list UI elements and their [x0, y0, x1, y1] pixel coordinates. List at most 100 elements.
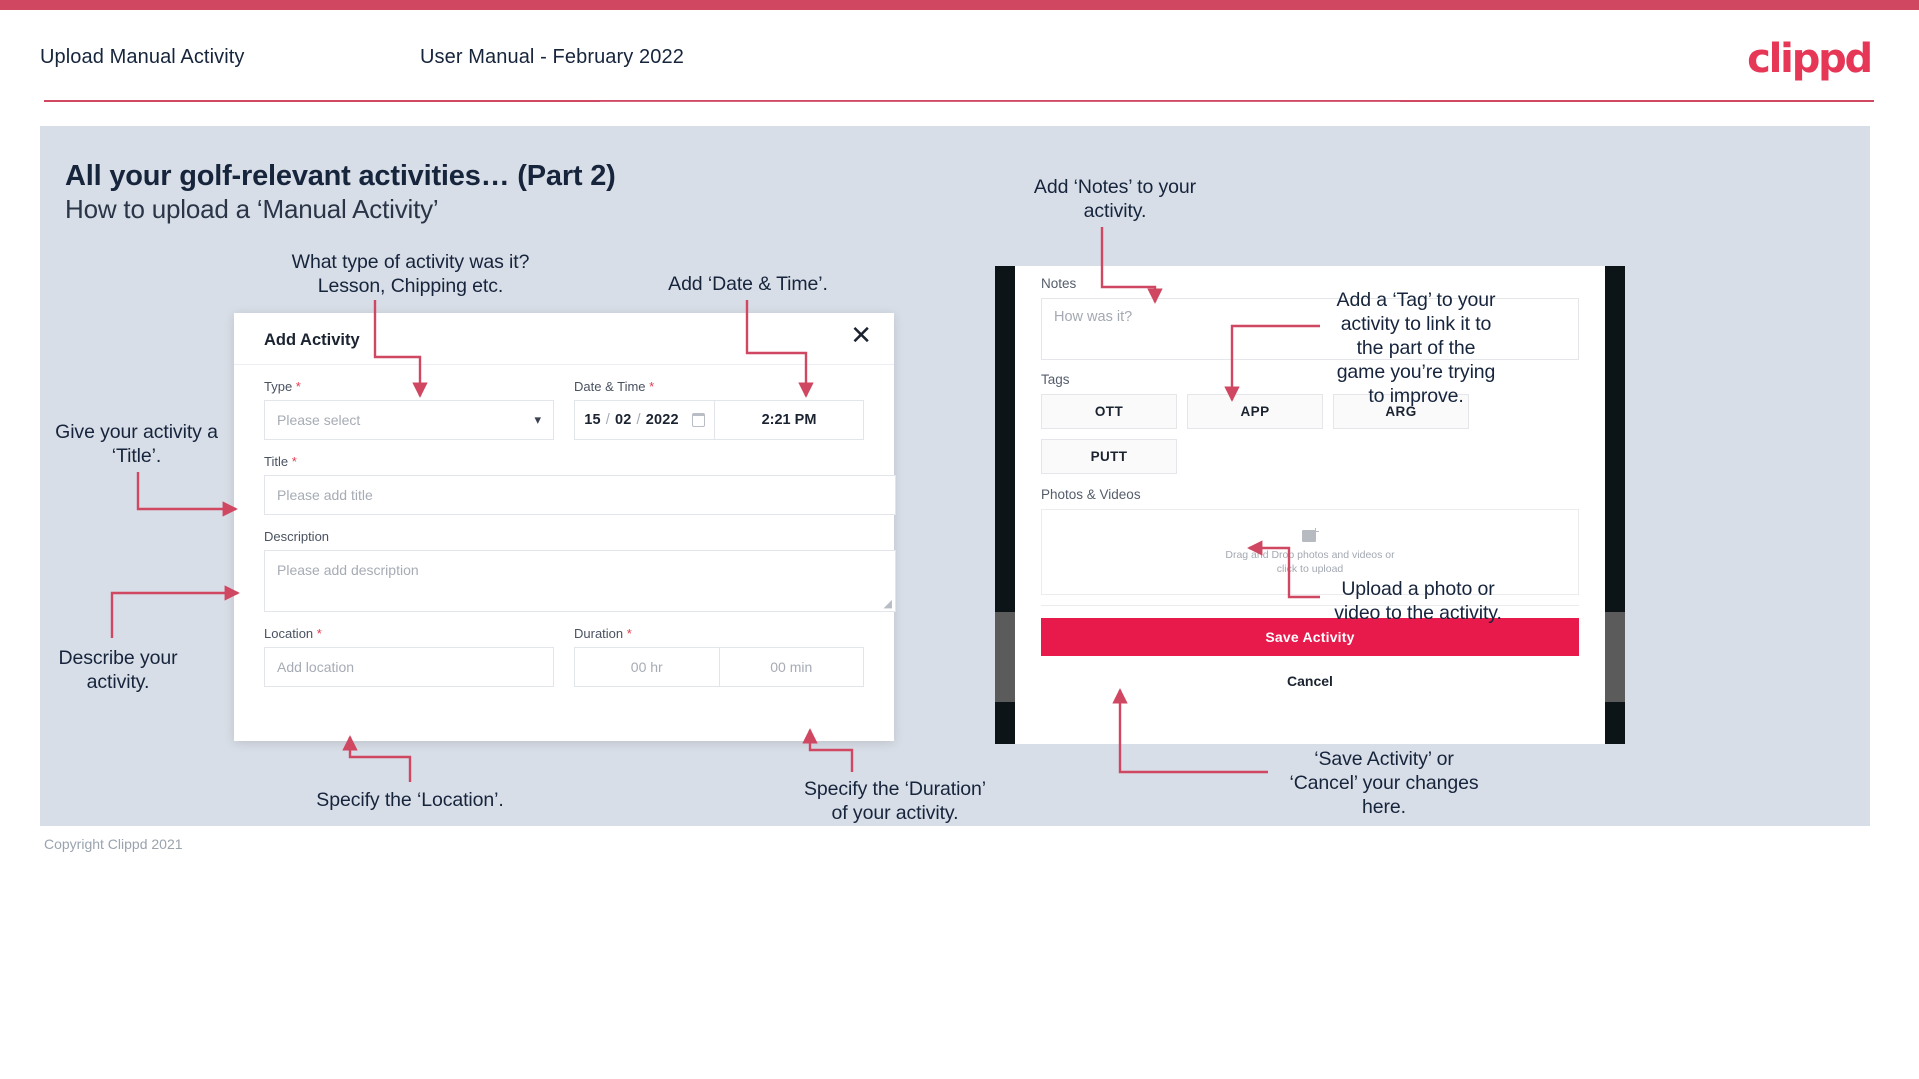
annotation-photos-line2: video to the activity.	[1334, 602, 1502, 624]
annotation-title-line1: Give your activity a	[55, 421, 218, 443]
clippd-logo: clippd	[1747, 36, 1873, 82]
close-icon[interactable]: ✕	[850, 323, 872, 349]
annotation-duration-line2: of your activity.	[831, 802, 959, 824]
device-bezel-accent-left	[995, 612, 1015, 702]
description-placeholder: Please add description	[277, 562, 419, 578]
date-separator: /	[636, 412, 641, 428]
resize-grip-icon[interactable]: ◢	[884, 597, 892, 610]
annotation-duration: Specify the ‘Duration’ of your activity.	[784, 777, 1006, 825]
type-select[interactable]: Please select ▾	[264, 400, 554, 440]
field-title: Title * Please add title	[264, 454, 896, 515]
annotation-tags: Add a ‘Tag’ to your activity to link it …	[1318, 288, 1514, 408]
title-placeholder: Please add title	[277, 487, 373, 503]
slide-page: Upload Manual Activity User Manual - Feb…	[0, 0, 1919, 1079]
footer-copyright: Copyright Clippd 2021	[44, 836, 183, 852]
annotation-description-line1: Describe your	[58, 647, 178, 669]
date-input[interactable]: 15 / 02 / 2022	[575, 401, 715, 439]
duration-control: 00 hr 00 min	[574, 647, 864, 687]
notes-placeholder: How was it?	[1054, 309, 1133, 325]
annotation-location: Specify the ‘Location’.	[294, 788, 526, 812]
annotation-notes-line1: Add ‘Notes’ to your	[1033, 176, 1197, 198]
location-input[interactable]: Add location	[264, 647, 554, 687]
slide-subtitle: How to upload a ‘Manual Activity’	[65, 194, 439, 224]
annotation-description: Describe your activity.	[34, 646, 202, 694]
calendar-icon[interactable]	[691, 413, 705, 427]
annotation-description-line2: activity.	[86, 671, 150, 693]
add-image-icon	[1301, 528, 1319, 543]
tag-app-button[interactable]: APP	[1187, 394, 1323, 429]
date-separator: /	[605, 412, 610, 428]
annotation-type-line1: What type of activity was it?	[291, 251, 530, 273]
annotation-title: Give your activity a ‘Title’.	[34, 420, 239, 468]
annotation-tags-line2: activity to link it to	[1340, 313, 1492, 335]
dialog-body: Type * Please select ▾ Date & Time * 15 …	[234, 365, 896, 687]
title-input[interactable]: Please add title	[264, 475, 896, 515]
time-input[interactable]: 2:21 PM	[715, 401, 863, 439]
mobile-device-mockup: Notes How was it? Tags OTT APP ARG PUTT …	[995, 266, 1625, 744]
field-location: Location * Add location	[264, 626, 554, 687]
row-type-datetime: Type * Please select ▾ Date & Time * 15 …	[264, 379, 864, 440]
description-label: Description	[264, 529, 330, 544]
date-month: 02	[614, 412, 632, 428]
annotation-save: ‘Save Activity’ or ‘Cancel’ your changes…	[1278, 747, 1490, 819]
required-marker: *	[288, 454, 297, 469]
dropzone-line-1: Drag and Drop photos and videos or	[1225, 549, 1395, 561]
annotation-photos-line1: Upload a photo or	[1341, 578, 1495, 600]
annotation-save-line3: here.	[1362, 796, 1406, 818]
location-label: Location *	[264, 626, 322, 641]
field-description: Description Please add description ◢	[264, 529, 896, 612]
annotation-tags-line5: to improve.	[1368, 385, 1464, 407]
annotation-duration-line1: Specify the ‘Duration’	[803, 778, 987, 800]
date-year: 2022	[645, 412, 679, 428]
annotation-datetime: Add ‘Date & Time’.	[648, 272, 848, 296]
required-marker: *	[623, 626, 632, 641]
required-marker: *	[313, 626, 322, 641]
duration-label: Duration *	[574, 626, 632, 641]
field-datetime: Date & Time * 15 / 02 / 2022 2:21 PM	[574, 379, 864, 440]
tag-putt-button[interactable]: PUTT	[1041, 439, 1177, 474]
annotation-tags-line4: game you’re trying	[1336, 361, 1496, 383]
annotation-type: What type of activity was it? Lesson, Ch…	[289, 250, 532, 298]
datetime-label: Date & Time *	[574, 379, 655, 394]
header-divider-secondary	[600, 101, 1400, 102]
tag-ott-button[interactable]: OTT	[1041, 394, 1177, 429]
add-activity-dialog: Add Activity ✕ Type * Please select ▾ Da…	[234, 313, 896, 741]
type-placeholder: Please select	[277, 412, 361, 428]
chevron-down-icon: ▾	[534, 412, 541, 428]
required-marker: *	[292, 379, 301, 394]
dropzone-line-2: click to upload	[1276, 563, 1344, 575]
photos-label: Photos & Videos	[1041, 487, 1141, 502]
row-location-duration: Location * Add location Duration * 00 hr…	[264, 626, 864, 687]
annotation-save-line2: ‘Cancel’ your changes	[1289, 772, 1479, 794]
description-textarea[interactable]: Please add description ◢	[264, 550, 896, 612]
top-accent-bar	[0, 0, 1919, 10]
annotation-tags-line1: Add a ‘Tag’ to your	[1336, 289, 1496, 311]
annotation-title-line2: ‘Title’.	[111, 445, 162, 467]
annotation-notes-line2: activity.	[1083, 200, 1147, 222]
field-duration: Duration * 00 hr 00 min	[574, 626, 864, 687]
title-label: Title *	[264, 454, 297, 469]
annotation-photos: Upload a photo or video to the activity.	[1318, 577, 1518, 625]
device-bezel-accent-right	[1605, 612, 1625, 702]
annotation-save-line1: ‘Save Activity’ or	[1314, 748, 1454, 770]
location-placeholder: Add location	[277, 659, 355, 675]
annotation-type-line2: Lesson, Chipping etc.	[317, 275, 504, 297]
annotation-notes: Add ‘Notes’ to your activity.	[1015, 175, 1215, 223]
device-screen: Notes How was it? Tags OTT APP ARG PUTT …	[1015, 266, 1605, 744]
field-type: Type * Please select ▾	[264, 379, 554, 440]
slide-title: All your golf-relevant activities… (Part…	[65, 160, 616, 192]
annotation-tags-line3: the part of the	[1356, 337, 1476, 359]
header-subtitle: User Manual - February 2022	[420, 46, 684, 68]
annotation-datetime-line1: Add ‘Date & Time’.	[668, 273, 828, 295]
cancel-button[interactable]: Cancel	[1015, 673, 1605, 689]
page-title: Upload Manual Activity	[40, 46, 245, 68]
duration-minutes-input[interactable]: 00 min	[720, 648, 864, 686]
mobile-content: Notes How was it? Tags OTT APP ARG PUTT …	[1015, 266, 1605, 595]
dialog-header: Add Activity ✕	[234, 313, 894, 365]
duration-hours-input[interactable]: 00 hr	[575, 648, 720, 686]
dialog-title: Add Activity	[264, 331, 360, 349]
type-label: Type *	[264, 379, 301, 394]
required-marker: *	[645, 379, 655, 394]
date-day: 15	[584, 412, 601, 428]
datetime-control: 15 / 02 / 2022 2:21 PM	[574, 400, 864, 440]
